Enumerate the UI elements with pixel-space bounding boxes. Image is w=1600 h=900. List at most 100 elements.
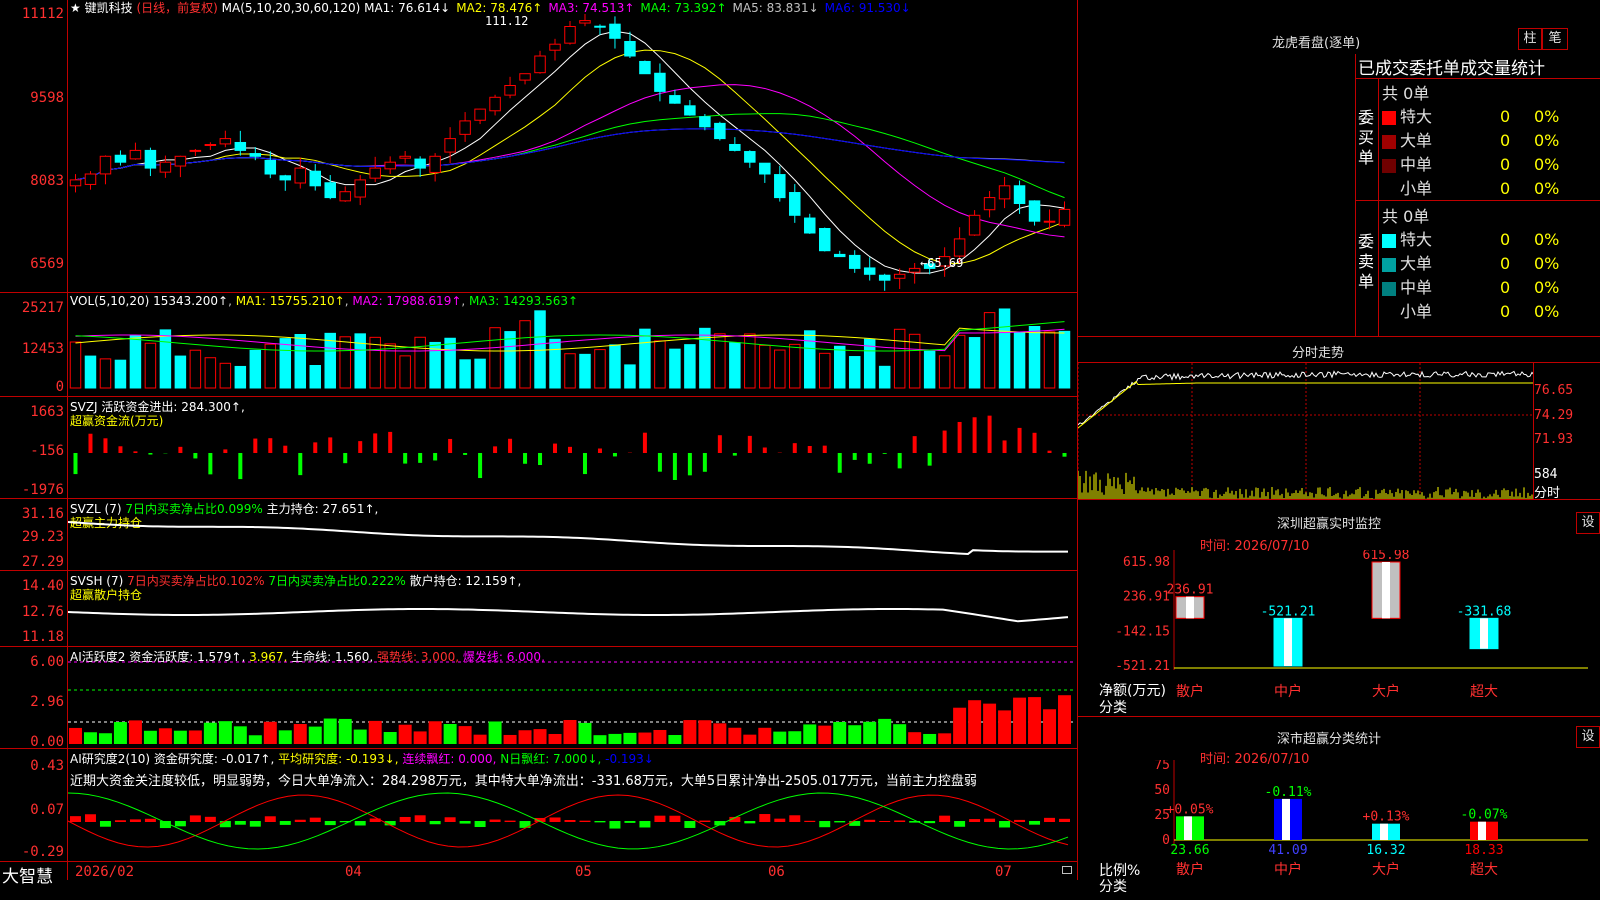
volume-bar xyxy=(249,349,262,389)
ai-research-chart[interactable] xyxy=(68,785,1076,861)
fund-flow-bar xyxy=(178,446,183,453)
research-bar xyxy=(264,816,276,822)
ai-active-chart[interactable] xyxy=(68,648,1076,748)
category-label: 大户 xyxy=(1372,861,1400,878)
fund-flow-bar xyxy=(897,453,902,469)
candle-body xyxy=(968,214,981,236)
fund-flow-bar xyxy=(508,438,513,453)
activity-bar xyxy=(488,721,502,744)
category-label: 散户 xyxy=(1176,683,1204,700)
svsh-chart[interactable] xyxy=(68,572,1076,646)
research-bar xyxy=(70,816,81,822)
research-bar xyxy=(309,817,321,822)
order-row: 中单 0 0% xyxy=(1382,151,1559,175)
bar-mode-button[interactable]: 柱 xyxy=(1518,28,1542,50)
sz-class-settings-button[interactable]: 设 xyxy=(1576,726,1600,748)
activity-bar xyxy=(998,710,1012,744)
research-bar xyxy=(894,820,906,822)
volume-bar xyxy=(594,349,606,389)
intraday-title: 分时走势 xyxy=(1292,346,1345,361)
order-pct: 0% xyxy=(1534,254,1560,273)
y-label: 6569 xyxy=(30,256,64,272)
research-bar xyxy=(819,821,831,828)
kline-chart[interactable] xyxy=(68,14,1076,292)
ma-values: MA1: 76.614↓ MA2: 78.476↑ MA3: 74.513↑ MA4:… xyxy=(364,1,917,15)
fund-flow-bar xyxy=(972,417,977,453)
volume-bar xyxy=(114,359,127,389)
order-row: 小单 0 0% xyxy=(1382,298,1559,322)
bar-value-label: 18.33 xyxy=(1464,843,1503,858)
intraday-chart[interactable] xyxy=(1078,363,1534,499)
fund-flow-bar xyxy=(642,432,647,453)
volume-bar xyxy=(609,344,621,389)
research-bar xyxy=(474,821,486,828)
fund-flow-bar xyxy=(987,415,992,453)
volume-bar xyxy=(1013,331,1026,389)
research-bar xyxy=(849,821,861,826)
y-label: 9598 xyxy=(30,90,64,106)
bar-value-label: 236.91 xyxy=(1167,583,1214,598)
candle-body xyxy=(833,253,846,258)
bar-value-label: -331.68 xyxy=(1457,604,1512,619)
research-bar xyxy=(684,821,696,828)
svzl-chart[interactable] xyxy=(68,500,1076,570)
candle-body xyxy=(549,43,561,51)
pen-mode-button[interactable]: 笔 xyxy=(1542,28,1568,50)
fund-flow-bar xyxy=(1002,440,1007,453)
ma-line xyxy=(75,49,1065,265)
order-row: 大单 0 0% xyxy=(1382,127,1559,151)
research-bar xyxy=(699,820,711,822)
volume-bar xyxy=(744,333,756,389)
svsh-y-axis: 14.40 12.76 11.18 xyxy=(21,578,64,645)
research-bar xyxy=(549,817,561,822)
order-count: 0 xyxy=(1500,278,1511,297)
fund-flow-bar xyxy=(328,437,333,453)
volume-bar xyxy=(189,349,202,389)
candle-body xyxy=(1058,208,1071,226)
candle-body xyxy=(294,167,307,184)
fund-flow-bar xyxy=(612,453,617,457)
delta-label: +0.13% xyxy=(1363,810,1410,825)
svzj-chart[interactable] xyxy=(68,398,1076,498)
candle-body xyxy=(399,155,411,159)
activity-bar xyxy=(803,724,817,744)
activity-bar xyxy=(158,728,172,744)
ma-line xyxy=(75,128,1065,181)
order-count: 0 xyxy=(1500,107,1511,126)
fund-flow-bar xyxy=(553,443,558,453)
fund-flow-bar xyxy=(1047,450,1052,453)
volume-bar xyxy=(549,338,561,389)
activity-bar xyxy=(323,718,337,744)
ma-value: MA1: 76.614↓ xyxy=(364,1,451,15)
y-label: 11112 xyxy=(21,6,64,22)
candle-body xyxy=(759,162,771,175)
candle-body xyxy=(204,144,217,146)
fund-flow-bar xyxy=(73,453,78,475)
category-label: 超大 xyxy=(1470,862,1498,878)
fund-flow-bar xyxy=(582,453,587,475)
research-bar xyxy=(144,818,156,822)
research-bar xyxy=(129,819,141,822)
research-bar xyxy=(99,821,111,827)
activity-bar xyxy=(308,726,322,744)
lock-icon[interactable] xyxy=(1062,866,1072,874)
candle-body xyxy=(219,138,232,145)
volume-chart[interactable] xyxy=(68,308,1076,396)
candle-body xyxy=(309,170,321,187)
fund-flow-bar xyxy=(373,433,378,453)
indicator-line xyxy=(68,607,1069,623)
activity-bar xyxy=(218,721,232,744)
volume-bar xyxy=(204,357,217,389)
fund-flow-bar xyxy=(343,453,348,464)
sz-monitor-cat: 分类 xyxy=(1099,700,1127,716)
candle-body xyxy=(234,141,247,151)
fund-flow-bar xyxy=(702,453,707,472)
y-label: 75 xyxy=(1154,760,1170,773)
sz-monitor-settings-button[interactable]: 设 xyxy=(1576,512,1600,534)
research-bar xyxy=(639,821,651,828)
candle-body xyxy=(624,40,636,57)
fund-flow-bar xyxy=(1062,453,1067,457)
volume-bar xyxy=(144,342,157,389)
star-icon[interactable]: ★ xyxy=(70,1,81,15)
fund-flow-bar xyxy=(193,453,198,459)
